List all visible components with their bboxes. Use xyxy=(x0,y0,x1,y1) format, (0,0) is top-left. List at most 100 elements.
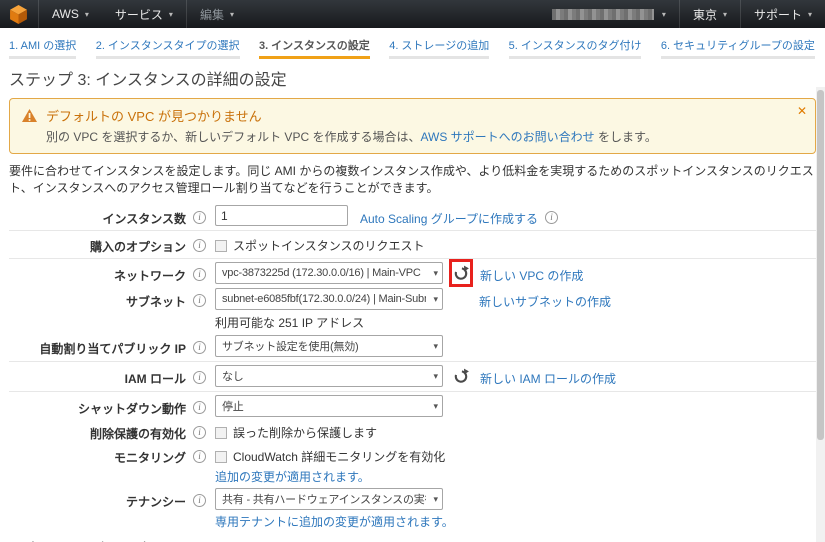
spot-instance-checkbox-label: スポットインスタンスのリクエスト xyxy=(233,237,425,254)
nav-menu-edit-label: 編集 xyxy=(200,6,224,23)
account-menu[interactable]: ▾ xyxy=(539,0,679,28)
iam-role-select[interactable]: なし ▾ xyxy=(215,365,443,387)
public-ip-select[interactable]: サブネット設定を使用(無効) ▾ xyxy=(215,335,443,357)
support-menu[interactable]: サポート ▾ xyxy=(741,0,825,28)
nav-menu-aws-label: AWS xyxy=(52,7,79,21)
wizard-step-1[interactable]: 1. AMI の選択 xyxy=(9,37,76,59)
warning-title: デフォルトの VPC が見つかりません xyxy=(46,106,262,125)
row-tenancy: テナンシー i 共有 - 共有ハードウェアインスタンスの実行 ▾ 専用テナントに… xyxy=(0,486,825,532)
monitoring-note-link[interactable]: 追加の変更が適用されます。 xyxy=(215,468,445,485)
caret-down-icon: ▾ xyxy=(662,10,666,19)
nav-menu-edit[interactable]: 編集 ▾ xyxy=(187,0,247,28)
network-select[interactable]: vpc-3873225d (172.30.0.0/16) | Main-VPC … xyxy=(215,262,443,284)
caret-down-icon: ▾ xyxy=(433,268,438,279)
info-icon[interactable]: i xyxy=(193,401,206,414)
region-menu-label: 東京 xyxy=(693,6,717,23)
subnet-select[interactable]: subnet-e6085fbf(172.30.0.0/24) | Main-Su… xyxy=(215,288,443,310)
wizard-step-2[interactable]: 2. インスタンスタイプの選択 xyxy=(96,37,240,59)
row-public-ip: 自動割り当てパブリック IP i サブネット設定を使用(無効) ▾ xyxy=(0,333,825,359)
create-iam-role-link[interactable]: 新しい IAM ロールの作成 xyxy=(480,365,616,387)
row-network: ネットワーク i vpc-3873225d (172.30.0.0/16) | … xyxy=(0,260,825,286)
field-label-shutdown-behavior: シャットダウン動作 xyxy=(0,395,186,417)
row-shutdown-behavior: シャットダウン動作 i 停止 ▾ xyxy=(0,393,825,419)
caret-down-icon: ▾ xyxy=(433,371,438,382)
field-label-purchase-option: 購入のオプション xyxy=(0,233,186,255)
refresh-iam-button[interactable] xyxy=(453,368,470,385)
info-icon[interactable]: i xyxy=(193,494,206,507)
row-monitoring: モニタリング i CloudWatch 詳細モニタリングを有効化 追加の変更が適… xyxy=(0,443,825,486)
row-instance-count: インスタンス数 i Auto Scaling グループに作成する i xyxy=(0,204,825,228)
warning-close-icon[interactable]: ✕ xyxy=(797,104,807,118)
caret-down-icon: ▾ xyxy=(723,10,727,19)
row-divider xyxy=(9,258,816,259)
warning-banner: デフォルトの VPC が見つかりません 別の VPC を選択するか、新しいデフォ… xyxy=(9,98,816,154)
spot-instance-checkbox[interactable] xyxy=(215,240,227,252)
termination-protection-checkbox-row: 誤った削除から保護します xyxy=(215,420,377,441)
caret-down-icon: ▾ xyxy=(433,294,438,305)
iam-role-select-value: なし xyxy=(222,368,244,384)
annotation-highlight-box xyxy=(449,259,473,287)
info-icon[interactable]: i xyxy=(193,268,206,281)
warning-triangle-icon xyxy=(22,109,37,122)
row-termination-protection: 削除保護の有効化 i 誤った削除から保護します xyxy=(0,419,825,443)
field-label-termination-protection: 削除保護の有効化 xyxy=(0,420,186,442)
info-icon[interactable]: i xyxy=(193,450,206,463)
aws-home-button[interactable] xyxy=(0,0,38,28)
caret-down-icon: ▾ xyxy=(169,10,173,19)
field-label-public-ip: 自動割り当てパブリック IP xyxy=(0,335,186,357)
network-interfaces-label: ネットワークインターフェイス xyxy=(26,538,221,542)
scrollbar-thumb[interactable] xyxy=(817,90,824,440)
termination-protection-checkbox-label: 誤った削除から保護します xyxy=(233,424,377,441)
wizard-step-4[interactable]: 4. ストレージの追加 xyxy=(389,37,489,59)
info-icon[interactable]: i xyxy=(193,341,206,354)
page-title: ステップ 3: インスタンスの詳細の設定 xyxy=(9,66,825,90)
info-icon[interactable]: i xyxy=(193,211,206,224)
create-subnet-link[interactable]: 新しいサブネットの作成 xyxy=(479,288,611,310)
public-ip-select-value: サブネット設定を使用(無効) xyxy=(222,338,359,354)
field-label-tenancy: テナンシー xyxy=(0,488,186,510)
caret-down-icon: ▾ xyxy=(85,10,89,19)
nav-menu-services-label: サービス xyxy=(115,6,163,23)
warning-text: 別の VPC を選択するか、新しいデフォルト VPC を作成する場合は、AWS … xyxy=(46,128,785,145)
monitoring-checkbox-label: CloudWatch 詳細モニタリングを有効化 xyxy=(233,448,445,465)
info-icon[interactable]: i xyxy=(193,371,206,384)
warning-text-suffix: をします。 xyxy=(595,130,657,144)
info-icon[interactable]: i xyxy=(193,294,206,307)
instance-count-input[interactable] xyxy=(215,205,348,226)
wizard-step-6[interactable]: 6. セキュリティグループの設定 xyxy=(661,37,815,59)
info-icon[interactable]: i xyxy=(193,426,206,439)
termination-protection-checkbox[interactable] xyxy=(215,427,227,439)
shutdown-behavior-select[interactable]: 停止 ▾ xyxy=(215,395,443,417)
aws-support-link[interactable]: AWS サポートへのお問い合わせ xyxy=(420,130,594,144)
support-menu-label: サポート xyxy=(754,6,802,23)
tenancy-note-link[interactable]: 専用テナントに追加の変更が適用されます。 xyxy=(215,513,454,530)
top-navbar: AWS ▾ サービス ▾ 編集 ▾ ▾ 東京 ▾ サポート ▾ xyxy=(0,0,825,28)
ec2-launch-wizard-screen: AWS ▾ サービス ▾ 編集 ▾ ▾ 東京 ▾ サポート ▾ xyxy=(0,0,825,542)
intro-text: 要件に合わせてインスタンスを設定します。同じ AMI からの複数インスタンス作成… xyxy=(9,163,816,197)
caret-down-icon: ▾ xyxy=(808,10,812,19)
region-menu[interactable]: 東京 ▾ xyxy=(680,0,740,28)
row-divider xyxy=(9,230,816,231)
caret-down-icon: ▾ xyxy=(433,341,438,352)
row-divider xyxy=(9,361,816,362)
create-vpc-link[interactable]: 新しい VPC の作成 xyxy=(480,262,583,284)
caret-down-icon: ▾ xyxy=(433,494,438,505)
info-icon[interactable]: i xyxy=(193,239,206,252)
subnet-select-value: subnet-e6085fbf(172.30.0.0/24) | Main-Su… xyxy=(222,293,426,305)
refresh-vpc-button[interactable] xyxy=(453,265,470,282)
nav-menu-aws[interactable]: AWS ▾ xyxy=(39,0,102,28)
tenancy-select[interactable]: 共有 - 共有ハードウェアインスタンスの実行 ▾ xyxy=(215,488,443,510)
wizard-step-5[interactable]: 5. インスタンスのタグ付け xyxy=(509,37,642,59)
auto-scaling-link[interactable]: Auto Scaling グループに作成する xyxy=(360,205,538,227)
wizard-step-3-active[interactable]: 3. インスタンスの設定 xyxy=(259,37,370,59)
monitoring-checkbox[interactable] xyxy=(215,451,227,463)
info-icon[interactable]: i xyxy=(545,211,558,224)
network-interfaces-toggle[interactable]: ▼ ネットワークインターフェイス i xyxy=(9,538,825,542)
vertical-scrollbar[interactable] xyxy=(816,87,825,542)
field-label-monitoring: モニタリング xyxy=(0,444,186,466)
row-subnet: サブネット i subnet-e6085fbf(172.30.0.0/24) |… xyxy=(0,286,825,333)
row-purchase-option: 購入のオプション i スポットインスタンスのリクエスト xyxy=(0,232,825,256)
shutdown-behavior-select-value: 停止 xyxy=(222,398,244,414)
nav-menu-services[interactable]: サービス ▾ xyxy=(102,0,186,28)
available-ip-text: 利用可能な 251 IP アドレス xyxy=(215,314,443,331)
